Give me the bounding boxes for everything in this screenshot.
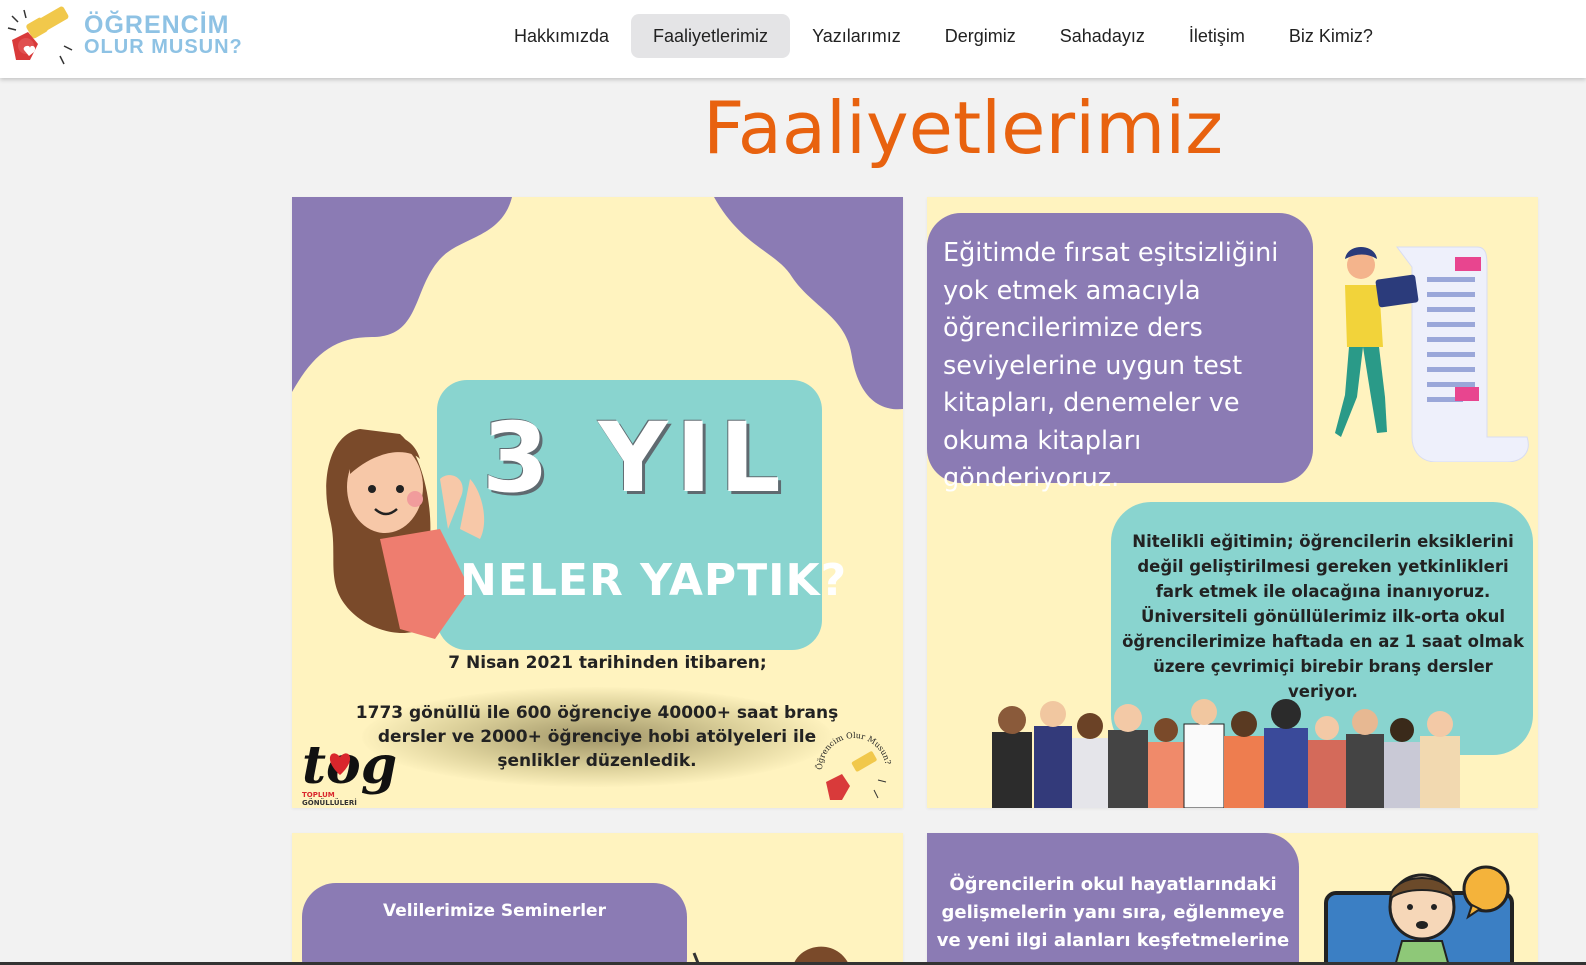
- main-nav: Hakkımızda Faaliyetlerimiz Yazılarımız D…: [492, 14, 1395, 58]
- nav-item-yazilarimiz[interactable]: Yazılarımız: [790, 14, 923, 58]
- woman-illustration: [692, 946, 850, 965]
- subheadline: NELER YAPTIK?: [460, 555, 848, 606]
- tog-caption-line-2: GÖNÜLLÜLERİ: [302, 799, 357, 807]
- logo-wordmark: ÖĞRENCİM OLUR MUSUN?: [84, 11, 243, 59]
- activity-card-3-years[interactable]: 3 YIL NELER YAPTIK? 7 Nisan 2021 tarihin…: [292, 197, 903, 808]
- logo-line-1: ÖĞRENCİM: [84, 11, 230, 39]
- logo-line-2: OLUR MUSUN?: [84, 36, 243, 58]
- tog-caption: TOPLUM GÖNÜLLÜLERİ: [302, 791, 357, 807]
- nav-item-sahadayiz[interactable]: Sahadayız: [1038, 14, 1167, 58]
- svg-text:tog: tog: [302, 735, 397, 796]
- card-1-body: 1773 gönüllü ile 600 öğrenciye 40000+ sa…: [355, 703, 839, 771]
- girl-illustration: [326, 429, 485, 639]
- person-with-laptop-illustration: [1335, 246, 1529, 462]
- nav-item-hakkimizda[interactable]: Hakkımızda: [492, 14, 631, 58]
- nav-item-dergimiz[interactable]: Dergimiz: [923, 14, 1038, 58]
- books-text: Eğitimde fırsat eşitsizliğini yok etmek …: [943, 238, 1279, 493]
- activity-card-hobbies[interactable]: Öğrencilerin okul hayatlarındaki gelişme…: [927, 833, 1538, 965]
- seminars-title: Velilerimize Seminerler: [383, 901, 606, 921]
- headline-years: 3 YIL: [482, 402, 789, 514]
- top-navbar: ÖĞRENCİM OLUR MUSUN? Hakkımızda Faaliyet…: [0, 0, 1586, 78]
- video-call-man-illustration: [1324, 865, 1514, 965]
- seminars-bubble: [302, 883, 687, 965]
- activity-card-books[interactable]: Eğitimde fırsat eşitsizliğini yok etmek …: [927, 197, 1538, 808]
- logo-hand-icon: [7, 6, 73, 65]
- nav-item-iletisim[interactable]: İletişim: [1167, 14, 1267, 58]
- stamp-hand-icon: Öğrencim Olur Musun?: [815, 731, 893, 800]
- nav-item-biz-kimiz[interactable]: Biz Kimiz?: [1267, 14, 1395, 58]
- page-title: Faaliyetlerimiz: [702, 86, 1224, 170]
- nav-item-faaliyetlerimiz[interactable]: Faaliyetlerimiz: [631, 14, 791, 58]
- activity-card-seminars[interactable]: Velilerimize Seminerler: [292, 833, 903, 965]
- tog-caption-line-1: TOPLUM: [302, 791, 335, 799]
- hobbies-text: Öğrencilerin okul hayatlarındaki gelişme…: [936, 874, 1290, 951]
- site-logo[interactable]: ÖĞRENCİM OLUR MUSUN?: [4, 6, 254, 68]
- crowd-illustration: [992, 699, 1460, 808]
- date-line: 7 Nisan 2021 tarihinden itibaren;: [448, 653, 767, 673]
